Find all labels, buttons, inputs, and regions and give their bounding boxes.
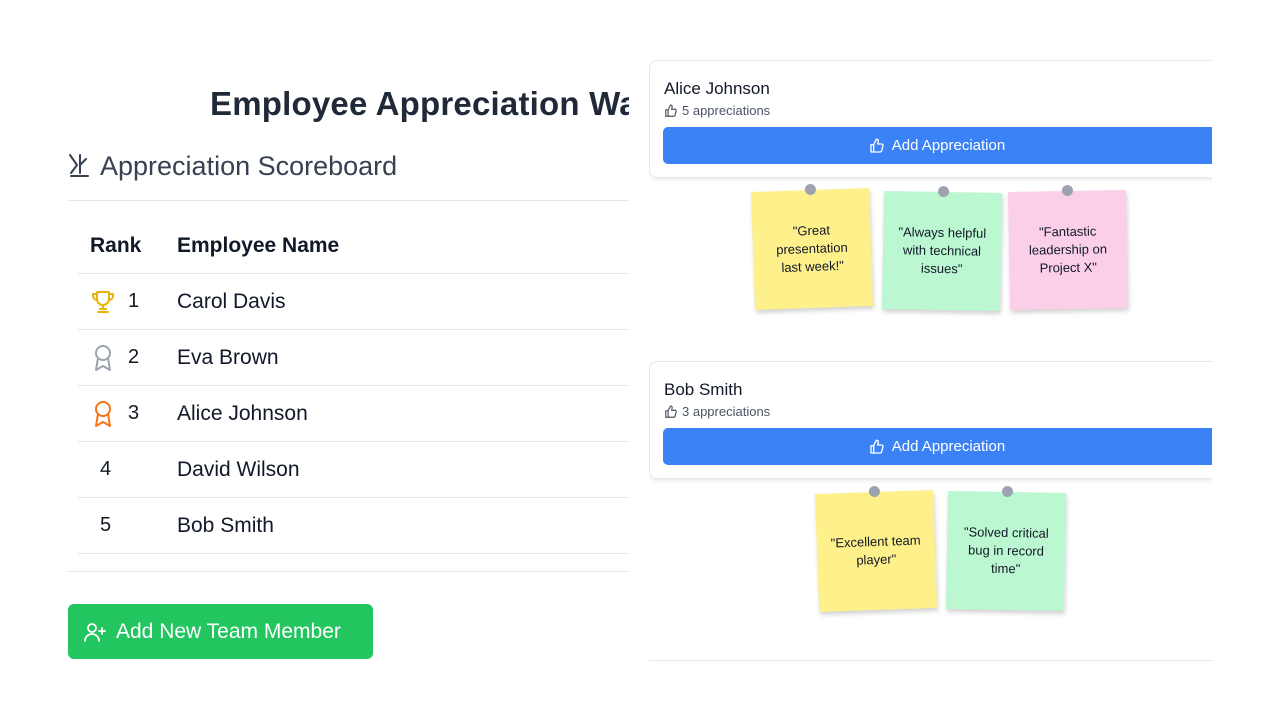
add-appreciation-label: Add Appreciation bbox=[891, 137, 1006, 154]
add-appreciation-label: Add Appreciation bbox=[891, 438, 1006, 455]
pin-icon bbox=[868, 485, 881, 498]
add-team-member-button[interactable]: Add New Team Member bbox=[68, 604, 373, 659]
table-row: 2 Eva Brown bbox=[78, 330, 629, 386]
scoreboard-panel: Employee Appreciation Wa Appreciation Sc… bbox=[68, 60, 629, 680]
divider bbox=[68, 571, 629, 572]
rank-number: 1 bbox=[128, 290, 140, 312]
table-row: 1 Carol Davis bbox=[78, 274, 629, 330]
divider bbox=[68, 200, 629, 201]
rank-cell: 1 bbox=[78, 288, 177, 316]
employee-name-cell: Alice Johnson bbox=[177, 401, 308, 425]
rank-cell: 3 bbox=[78, 400, 177, 428]
employee-name-cell: David Wilson bbox=[177, 457, 300, 481]
scoreboard-title: Appreciation Scoreboard bbox=[100, 150, 398, 181]
employee-card: Alice Johnson 5 appreciations Add Apprec… bbox=[649, 60, 1212, 178]
rank-cell: 5 bbox=[78, 514, 177, 537]
pin-icon bbox=[937, 185, 950, 198]
employee-name: Alice Johnson bbox=[664, 79, 770, 98]
scoreboard-header: Appreciation Scoreboard bbox=[68, 148, 397, 184]
employee-card: Bob Smith 3 appreciations Add Appreciati… bbox=[649, 361, 1212, 479]
table-row: 3 Alice Johnson bbox=[78, 386, 629, 442]
divider bbox=[649, 660, 1212, 661]
note-text: "Excellent team player" bbox=[830, 532, 921, 568]
sticky-note: "Excellent team player" bbox=[814, 485, 938, 613]
add-appreciation-button[interactable]: Add Appreciation bbox=[663, 127, 1212, 164]
employee-name: Bob Smith bbox=[664, 380, 743, 399]
note-text: "Solved critical bug in record time" bbox=[963, 524, 1049, 577]
sticky-note: "Always helpful with technical issues" bbox=[881, 185, 1003, 312]
employee-name-cell: Bob Smith bbox=[177, 513, 274, 537]
sticky-note: "Fantastic leadership on Project X" bbox=[1007, 184, 1129, 311]
rank-cell: 4 bbox=[78, 458, 177, 481]
award-icon bbox=[90, 400, 116, 428]
rank-number: 2 bbox=[128, 346, 140, 368]
pin-icon bbox=[1061, 184, 1074, 197]
employee-name-cell: Eva Brown bbox=[177, 345, 279, 369]
add-team-member-label: Add New Team Member bbox=[116, 619, 341, 643]
sticky-note: "Great presentation last week!" bbox=[750, 183, 874, 311]
trophy-icon bbox=[68, 153, 90, 179]
thumbs-up-icon bbox=[869, 138, 885, 154]
user-plus-icon bbox=[84, 621, 106, 643]
rank-column-header: Rank bbox=[90, 233, 142, 257]
name-column-header: Employee Name bbox=[177, 233, 340, 257]
sticky-note: "Solved critical bug in record time" bbox=[945, 485, 1067, 612]
pin-icon bbox=[804, 183, 817, 196]
appreciation-count: 3 appreciations bbox=[664, 404, 770, 419]
note-text: "Always helpful with technical issues" bbox=[898, 224, 987, 277]
rank-cell: 2 bbox=[78, 344, 177, 372]
rank-number: 5 bbox=[100, 514, 112, 536]
app-screen: Employee Appreciation Wa Appreciation Sc… bbox=[0, 0, 1280, 720]
table-row: 4 David Wilson bbox=[78, 442, 629, 498]
medal-icon bbox=[90, 344, 116, 372]
table-header: Rank Employee Name bbox=[78, 218, 629, 274]
rank-number: 4 bbox=[100, 458, 112, 480]
add-appreciation-button[interactable]: Add Appreciation bbox=[663, 428, 1212, 465]
appreciation-count-text: 5 appreciations bbox=[682, 103, 771, 118]
thumbs-up-icon bbox=[664, 405, 678, 419]
note-text: "Great presentation last week!" bbox=[775, 222, 849, 276]
appreciation-wall: Alice Johnson 5 appreciations Add Apprec… bbox=[649, 58, 1212, 678]
table-row: 5 Bob Smith bbox=[78, 498, 629, 554]
thumbs-up-icon bbox=[869, 439, 885, 455]
thumbs-up-icon bbox=[664, 104, 678, 118]
rank-number: 3 bbox=[128, 402, 140, 424]
pin-icon bbox=[1001, 485, 1014, 498]
appreciation-count-text: 3 appreciations bbox=[682, 404, 771, 419]
employee-name-cell: Carol Davis bbox=[177, 289, 286, 313]
appreciation-count: 5 appreciations bbox=[664, 103, 770, 118]
scoreboard-table: Rank Employee Name 1 Carol Davis 2 Eva B… bbox=[78, 218, 629, 554]
page-title: Employee Appreciation Wa bbox=[210, 85, 629, 122]
trophy-icon bbox=[90, 288, 116, 316]
note-text: "Fantastic leadership on Project X" bbox=[1028, 223, 1108, 276]
